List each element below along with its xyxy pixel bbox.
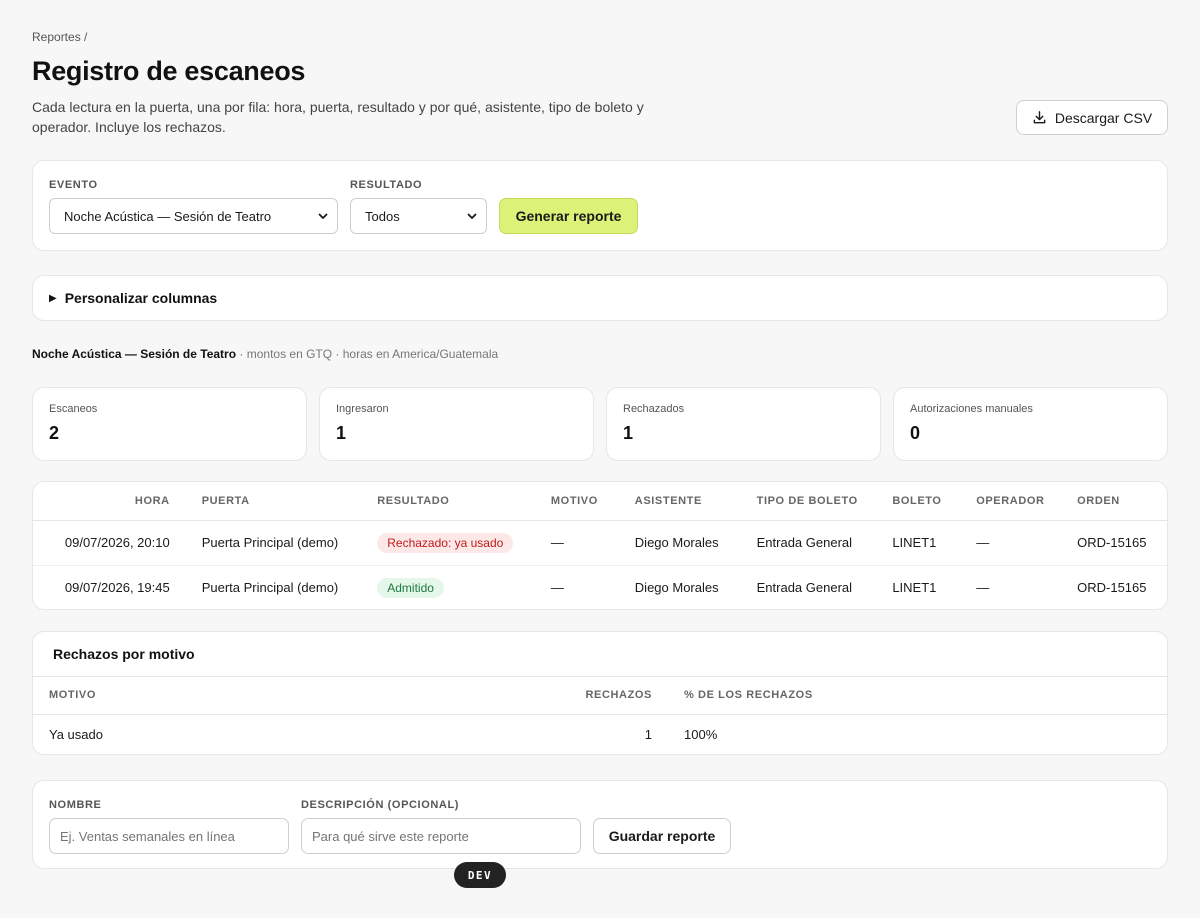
stat-card-admitted: Ingresaron 1 <box>319 387 594 461</box>
page-title: Registro de escaneos <box>32 56 306 86</box>
save-report-button[interactable]: Guardar reporte <box>593 818 731 854</box>
stat-card-manual-auth: Autorizaciones manuales 0 <box>893 387 1168 461</box>
status-badge: Admitido <box>377 577 444 598</box>
stat-label: Ingresaron <box>336 403 389 415</box>
stat-label: Rechazados <box>623 403 685 415</box>
customize-columns-label: Personalizar columnas <box>64 290 218 306</box>
stat-value: 2 <box>49 423 60 443</box>
section-title: Rechazos por motivo <box>33 632 1167 677</box>
cell-operator: — <box>976 580 990 596</box>
triangle-right-icon: ▶ <box>49 292 57 304</box>
table-row[interactable]: 09/07/2026, 19:45 Puerta Principal (demo… <box>33 565 1167 609</box>
breadcrumb[interactable]: Reportes / <box>32 30 87 44</box>
cell-reason: — <box>550 580 564 596</box>
cell-attendee: Diego Morales <box>634 580 719 596</box>
column-header[interactable]: BOLETO <box>878 482 963 521</box>
customize-columns-toggle[interactable]: ▶ Personalizar columnas <box>32 275 1168 321</box>
cell-result: Admitido <box>363 565 537 609</box>
column-header[interactable]: MOTIVO <box>536 482 621 521</box>
chevron-down-icon <box>467 213 477 219</box>
description-label: DESCRIPCIÓN (OPCIONAL) <box>301 799 460 811</box>
stat-card-rejected: Rechazados 1 <box>606 387 881 461</box>
download-csv-button[interactable]: Descargar CSV <box>1016 100 1168 135</box>
stat-label: Autorizaciones manuales <box>910 403 1033 415</box>
cell-percentage: 100% <box>684 726 718 742</box>
table-row[interactable]: 09/07/2026, 20:10 Puerta Principal (demo… <box>33 520 1167 566</box>
stat-value: 0 <box>910 423 921 443</box>
scans-table-card: HORA PUERTA RESULTADO MOTIVO ASISTENTE T… <box>32 481 1168 610</box>
cell-count: 1 <box>644 726 652 742</box>
column-header[interactable]: HORA <box>33 482 186 521</box>
rejections-table: MOTIVO RECHAZOS % DE LOS RECHAZOS Ya usa… <box>33 677 1167 754</box>
cell-reason: — <box>536 520 621 566</box>
event-select[interactable]: Noche Acústica — Sesión de Teatro <box>49 198 338 234</box>
column-header[interactable]: PUERTA <box>185 482 364 521</box>
context-event: Noche Acústica — Sesión de Teatro <box>32 347 237 361</box>
cell-ticket: LINET1 <box>878 520 963 566</box>
column-header[interactable]: ASISTENTE <box>620 482 743 521</box>
event-label: EVENTO <box>49 179 98 191</box>
context-meta: · montos en GTQ · horas en America/Guate… <box>236 347 499 361</box>
column-header[interactable]: OPERADOR <box>962 482 1066 521</box>
table-header-row: HORA PUERTA RESULTADO MOTIVO ASISTENTE T… <box>33 482 1167 521</box>
dev-badge[interactable]: DEV <box>454 862 506 888</box>
column-header[interactable]: % DE LOS RECHAZOS <box>652 677 1167 715</box>
report-context: Noche Acústica — Sesión de Teatro · mont… <box>32 347 498 361</box>
scans-table: HORA PUERTA RESULTADO MOTIVO ASISTENTE T… <box>33 482 1167 609</box>
column-header[interactable]: MOTIVO <box>33 677 568 715</box>
page-subtitle: Cada lectura en la puerta, una por fila:… <box>32 99 644 135</box>
rejections-by-reason-card: Rechazos por motivo MOTIVO RECHAZOS % DE… <box>32 631 1168 755</box>
download-csv-label: Descargar CSV <box>1054 109 1153 126</box>
cell-reason: Ya usado <box>49 726 103 742</box>
cell-time: 09/07/2026, 20:10 <box>33 520 186 566</box>
status-badge: Rechazado: ya usado <box>377 532 514 553</box>
column-header[interactable]: RECHAZOS <box>568 677 652 715</box>
chevron-down-icon <box>318 213 328 219</box>
column-header[interactable]: RESULTADO <box>363 482 537 521</box>
generate-report-button[interactable]: Generar reporte <box>499 198 638 234</box>
report-name-input[interactable] <box>49 818 289 854</box>
cell-gate: Puerta Principal (demo) <box>201 580 339 596</box>
cell-time: 09/07/2026, 19:45 <box>64 580 170 596</box>
cell-result: Rechazado: ya usado <box>363 520 537 566</box>
cell-ticket: LINET1 <box>892 580 937 596</box>
save-report-card: NOMBRE DESCRIPCIÓN (OPCIONAL) Guardar re… <box>32 780 1168 869</box>
cell-attendee: Diego Morales <box>620 520 743 566</box>
column-header[interactable]: ORDEN <box>1065 482 1167 521</box>
stat-value: 1 <box>623 423 634 443</box>
table-header-row: MOTIVO RECHAZOS % DE LOS RECHAZOS <box>33 677 1167 715</box>
report-description-input[interactable] <box>301 818 581 854</box>
stat-label: Escaneos <box>49 403 98 415</box>
table-row[interactable]: Ya usado 1 100% <box>33 714 1167 754</box>
result-select[interactable]: Todos <box>350 198 487 234</box>
cell-ticket-type: Entrada General <box>742 520 879 566</box>
stat-card-scans: Escaneos 2 <box>32 387 307 461</box>
cell-ticket-type: Entrada General <box>756 580 853 596</box>
stat-value: 1 <box>336 423 347 443</box>
cell-order: ORD-15165 <box>1065 520 1167 566</box>
cell-gate: Puerta Principal (demo) <box>185 520 364 566</box>
result-label: RESULTADO <box>350 179 423 191</box>
result-select-value: Todos <box>365 208 400 224</box>
cell-operator: — <box>962 520 1066 566</box>
column-header[interactable]: TIPO DE BOLETO <box>742 482 879 521</box>
download-icon <box>1033 111 1046 124</box>
name-label: NOMBRE <box>49 799 102 811</box>
filters-card: EVENTO Noche Acústica — Sesión de Teatro… <box>32 160 1168 251</box>
cell-order: ORD-15165 <box>1077 580 1147 596</box>
event-select-value: Noche Acústica — Sesión de Teatro <box>64 208 272 224</box>
